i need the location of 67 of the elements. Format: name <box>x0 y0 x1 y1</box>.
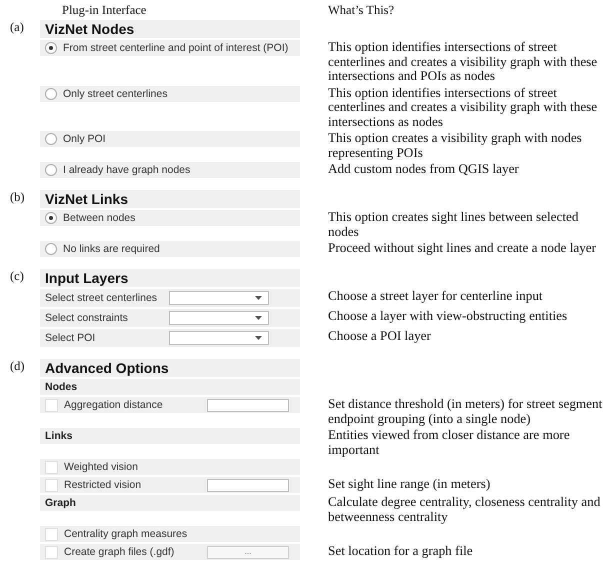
subsection-title: Links <box>45 430 72 442</box>
subsection-title: Graph <box>45 497 76 509</box>
option-label: I already have graph nodes <box>63 164 190 176</box>
caret-icon <box>255 336 262 340</box>
checkbox-label: Create graph files (.gdf) <box>64 546 176 558</box>
caret-icon <box>255 316 262 320</box>
input-field[interactable] <box>207 398 289 412</box>
radio-option[interactable]: From street centerline and point of interest (POI) <box>40 40 300 56</box>
group-title: VizNet Links <box>40 190 300 208</box>
column-heading: What’s This? <box>328 3 394 19</box>
field-label: Select street centerlines <box>45 292 158 304</box>
radio-option[interactable]: Only POI <box>40 131 300 147</box>
help-text: Entities viewed from closer distance are more important <box>328 427 570 456</box>
radio-button[interactable] <box>45 42 57 54</box>
radio-button[interactable] <box>45 88 57 100</box>
checkbox-label: Weighted vision <box>64 461 139 473</box>
radio-option[interactable]: No links are required <box>40 241 300 257</box>
radio-option[interactable]: Only street centerlines <box>40 86 300 102</box>
input-field[interactable] <box>207 478 289 492</box>
radio-button[interactable] <box>45 212 57 224</box>
help-text: This option identifies intersections of street centerlines and creates a visibility graph with these intersections and POIs as nodes <box>328 39 598 83</box>
help-text: Choose a POI layer <box>328 328 431 343</box>
panel-label: (a) <box>9 20 25 36</box>
column-heading: Plug-in Interface <box>61 3 146 19</box>
subsection-title: Nodes <box>45 381 78 393</box>
checkbox-label: Centrality graph measures <box>64 528 188 540</box>
checkbox-label: Restricted vision <box>64 479 142 491</box>
checkbox[interactable] <box>45 546 58 558</box>
layer-dropdown[interactable] <box>169 311 269 325</box>
help-text: This option creates a visibility graph with nodes representing POIs <box>328 130 582 160</box>
option-label: No links are required <box>63 243 160 255</box>
help-text: Choose a street layer for centerline input <box>328 288 543 303</box>
checkbox-label: Aggregation distance <box>64 399 164 411</box>
help-text: Set distance threshold (in meters) for street segment endpoint grouping (into a single node) <box>328 396 602 426</box>
radio-button[interactable] <box>45 133 57 145</box>
browse-button[interactable]: ... <box>207 546 289 558</box>
layer-dropdown[interactable] <box>169 291 269 305</box>
option-label: From street centerline and point of interest (POI) <box>63 42 288 54</box>
option-label: Between nodes <box>63 212 136 224</box>
radio-button[interactable] <box>45 243 57 255</box>
group-title: Advanced Options <box>40 359 300 377</box>
checkbox[interactable] <box>45 528 58 540</box>
option-label: Only street centerlines <box>63 88 168 100</box>
help-text: Calculate degree centrality, closeness centrality and betweenness centrality <box>328 494 600 524</box>
panel-label: (c) <box>9 269 25 285</box>
panel-label: (b) <box>9 190 26 206</box>
radio-option[interactable]: I already have graph nodes <box>40 162 300 178</box>
option-label: Only POI <box>63 133 106 145</box>
group-title: VizNet Nodes <box>40 20 300 38</box>
field-label: Select POI <box>45 332 96 344</box>
help-text: Choose a layer with view-obstructing entities <box>328 308 568 323</box>
help-text: This option creates sight lines between selected nodes <box>328 209 578 238</box>
help-text: Proceed without sight lines and create a node layer <box>328 240 596 255</box>
help-text: Set location for a graph file <box>328 543 473 558</box>
help-text: Add custom nodes from QGIS layer <box>328 161 519 176</box>
help-text: This option identifies intersections of street centerlines and creates a visibility graph with these intersections as nodes <box>328 84 598 128</box>
field-label: Select constraints <box>45 312 129 324</box>
help-text: Set sight line range (in meters) <box>328 476 490 491</box>
checkbox[interactable] <box>45 478 58 492</box>
caret-icon <box>255 296 262 300</box>
radio-button[interactable] <box>45 164 57 176</box>
radio-option[interactable]: Between nodes <box>40 210 300 226</box>
layer-dropdown[interactable] <box>169 331 269 345</box>
group-title: Input Layers <box>40 269 300 287</box>
checkbox[interactable] <box>45 460 58 474</box>
panel-label: (d) <box>9 359 26 375</box>
checkbox[interactable] <box>45 398 58 412</box>
